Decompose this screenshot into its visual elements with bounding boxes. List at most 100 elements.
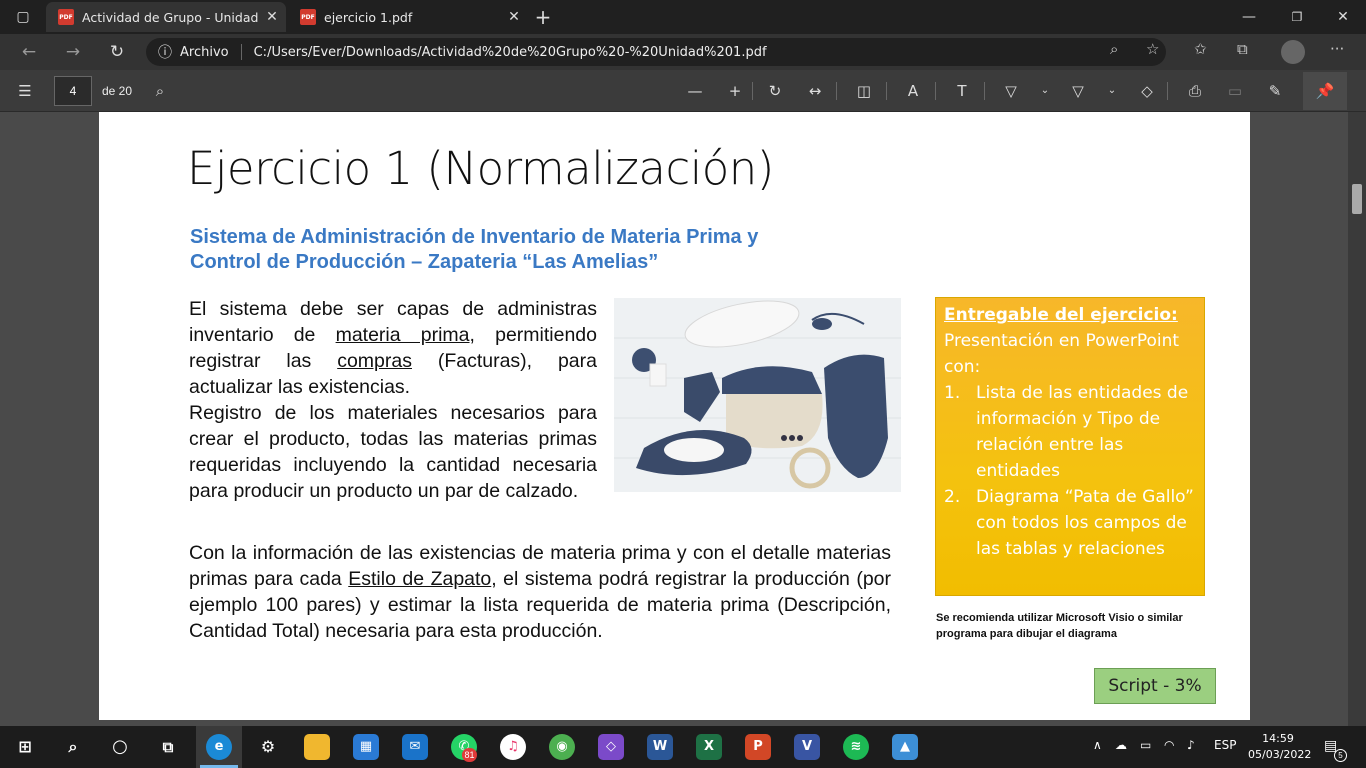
- underlined-term: materia prima: [335, 324, 470, 346]
- spotify-icon[interactable]: ≋: [843, 734, 869, 760]
- back-icon[interactable]: ←: [16, 40, 42, 64]
- mail-icon[interactable]: ✉: [402, 734, 428, 760]
- forward-icon[interactable]: →: [60, 40, 86, 64]
- text-run: Registro de los materiales necesarios pa…: [189, 402, 597, 502]
- url-field[interactable]: ⓘ Archivo C:/Users/Ever/Downloads/Activi…: [146, 38, 1166, 66]
- list-number: 1.: [944, 383, 961, 403]
- deliverable-box: Entregable del ejercicio: Presentación e…: [935, 297, 1205, 596]
- chevron-down-icon[interactable]: ⌄: [1101, 80, 1123, 102]
- settings-gear-icon[interactable]: ⚙: [255, 734, 281, 760]
- pin-icon[interactable]: 📌: [1314, 80, 1336, 102]
- more-icon[interactable]: ···: [1330, 40, 1344, 58]
- shoes-photo: [614, 298, 901, 492]
- search-icon[interactable]: ⌕: [149, 80, 171, 102]
- url-text: C:/Users/Ever/Downloads/Actividad%20de%2…: [253, 44, 767, 60]
- tray-chevron-icon[interactable]: ∧: [1093, 738, 1102, 752]
- toolbar-divider: [935, 82, 936, 100]
- file-explorer-icon[interactable]: [304, 734, 330, 760]
- toolbar-divider: [752, 82, 753, 100]
- collections-icon[interactable]: ⧉: [1237, 40, 1248, 58]
- list-item: 1. Lista de las entidades de información …: [944, 380, 1196, 484]
- visio-icon[interactable]: V: [794, 734, 820, 760]
- pdf-icon: PDF: [58, 9, 74, 25]
- script-percentage-badge: Script - 3%: [1094, 668, 1216, 704]
- chrome-icon[interactable]: ◉: [549, 734, 575, 760]
- pdf-toolbar: [0, 70, 1366, 112]
- powerpoint-icon[interactable]: P: [745, 734, 771, 760]
- underlined-term: Estilo de Zapato: [348, 568, 492, 590]
- tab-ejercicio[interactable]: PDF ejercicio 1.pdf ✕: [288, 2, 528, 32]
- deliverable-title: Entregable del ejercicio:: [944, 305, 1178, 325]
- word-icon[interactable]: W: [647, 734, 673, 760]
- profile-avatar[interactable]: [1281, 40, 1305, 64]
- tab-strip: ▢ PDF Actividad de Grupo - Unidad 1.pdf …: [0, 0, 1366, 34]
- close-window-icon[interactable]: ✕: [1332, 6, 1354, 28]
- eraser-icon[interactable]: ◇: [1136, 80, 1158, 102]
- wifi-icon[interactable]: ◠: [1164, 738, 1174, 752]
- edge-icon[interactable]: e: [206, 734, 232, 760]
- rotate-icon[interactable]: ↻: [764, 80, 786, 102]
- volume-icon[interactable]: ♪: [1187, 738, 1195, 752]
- list-text: Diagrama “Pata de Gallo” con todos los c…: [976, 487, 1194, 559]
- favorites-icon[interactable]: ✩: [1194, 40, 1207, 58]
- restore-icon[interactable]: ❐: [1286, 6, 1308, 28]
- favorite-add-icon[interactable]: ☆: [1146, 40, 1159, 58]
- onedrive-icon[interactable]: ☁: [1115, 738, 1127, 752]
- excel-icon[interactable]: X: [696, 734, 722, 760]
- read-aloud-icon[interactable]: A: [902, 80, 924, 102]
- subtitle-line: Control de Producción – Zapateria “Las A…: [190, 251, 659, 273]
- list-item: 2. Diagrama “Pata de Gallo” con todos los…: [944, 484, 1196, 562]
- tab-actividad[interactable]: PDF Actividad de Grupo - Unidad 1.pdf ✕: [46, 2, 286, 32]
- shoes-illustration: [614, 298, 901, 492]
- taskbar-clock[interactable]: 14:59 05/03/2022: [1248, 731, 1312, 763]
- close-icon[interactable]: ✕: [258, 9, 286, 25]
- battery-icon[interactable]: ▭: [1140, 738, 1151, 752]
- refresh-icon[interactable]: ↻: [104, 40, 130, 64]
- text-box-icon[interactable]: T: [951, 80, 973, 102]
- save-as-icon[interactable]: ✎: [1264, 80, 1286, 102]
- list-text: Lista de las entidades de información y …: [976, 383, 1189, 481]
- new-tab-button[interactable]: +: [532, 6, 554, 28]
- fit-width-icon[interactable]: ↔: [804, 80, 826, 102]
- page-number-input[interactable]: 4: [54, 76, 92, 106]
- windows-start-icon[interactable]: ⊞: [12, 734, 38, 760]
- draw-icon[interactable]: ▽: [1000, 80, 1022, 102]
- print-icon[interactable]: ⎙: [1184, 80, 1206, 102]
- tab-actions-icon[interactable]: ▢: [12, 6, 34, 28]
- zoom-icon[interactable]: ⌕: [1110, 40, 1118, 58]
- photos-icon[interactable]: ▲: [892, 734, 918, 760]
- deliverable-intro: Presentación en PowerPoint con:: [944, 331, 1180, 377]
- toolbar-divider: [836, 82, 837, 100]
- task-view-icon[interactable]: ⧉: [155, 734, 181, 760]
- clock-time: 14:59: [1262, 732, 1294, 745]
- page-title: Ejercicio 1 (Normalización): [187, 142, 774, 195]
- toolbar-divider: [886, 82, 887, 100]
- highlight-icon[interactable]: ▽: [1067, 80, 1089, 102]
- page-view-icon[interactable]: ◫: [853, 80, 875, 102]
- tab-label: ejercicio 1.pdf: [324, 9, 413, 25]
- cortana-icon[interactable]: ○: [107, 734, 133, 760]
- close-icon[interactable]: ✕: [500, 9, 528, 25]
- minimize-icon[interactable]: —: [1238, 6, 1260, 28]
- url-divider: [240, 44, 242, 60]
- visual-studio-icon[interactable]: ◇: [598, 734, 624, 760]
- info-icon[interactable]: ⓘ: [158, 42, 172, 62]
- itunes-icon[interactable]: ♫: [500, 734, 526, 760]
- zoom-in-icon[interactable]: +: [724, 80, 746, 102]
- tab-label: Actividad de Grupo - Unidad 1.pdf: [82, 9, 258, 25]
- contents-icon[interactable]: ☰: [14, 80, 36, 102]
- language-indicator[interactable]: ESP: [1214, 738, 1236, 752]
- pdf-page: Ejercicio 1 (Normalización) Sistema de A…: [99, 112, 1250, 720]
- save-icon[interactable]: ▭: [1224, 80, 1246, 102]
- tool-recommendation-note: Se recomienda utilizar Microsoft Visio o…: [936, 612, 1183, 640]
- chevron-down-icon[interactable]: ⌄: [1034, 80, 1056, 102]
- underlined-term: compras: [337, 350, 412, 372]
- clock-date: 05/03/2022: [1248, 748, 1312, 761]
- zoom-out-icon[interactable]: —: [684, 80, 706, 102]
- toolbar-divider: [984, 82, 985, 100]
- toolbar-divider: [1167, 82, 1168, 100]
- notification-count: 5: [1334, 749, 1347, 762]
- store-icon[interactable]: ▦: [353, 734, 379, 760]
- scrollbar-thumb[interactable]: [1352, 184, 1362, 214]
- search-icon[interactable]: ⌕: [60, 734, 86, 760]
